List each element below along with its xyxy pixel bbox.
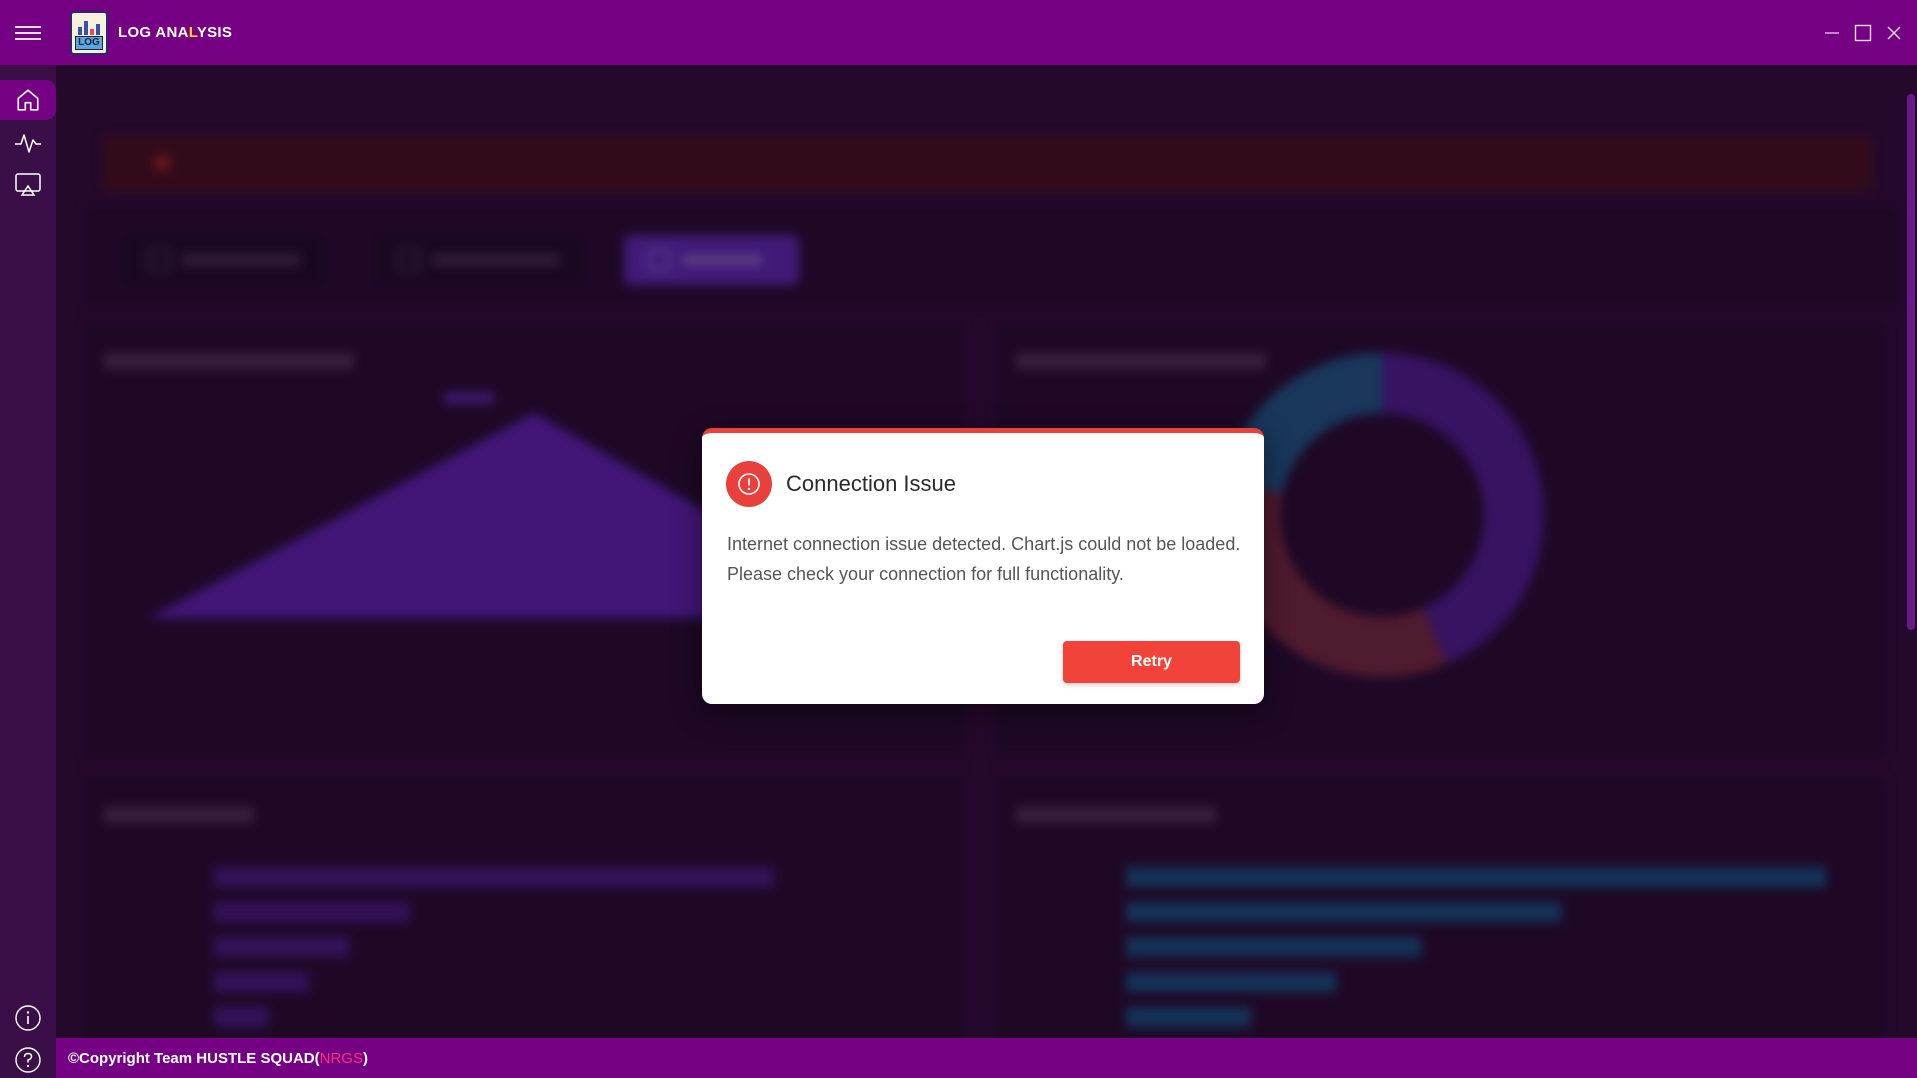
maximize-icon bbox=[1854, 24, 1871, 41]
sidebar-item-cast[interactable] bbox=[0, 165, 56, 205]
alert-circle-icon bbox=[726, 461, 772, 507]
sidebar-item-activity[interactable] bbox=[0, 123, 56, 163]
close-icon bbox=[1887, 26, 1900, 39]
dialog-title: Connection Issue bbox=[786, 471, 956, 496]
info-button[interactable] bbox=[0, 998, 56, 1038]
close-button[interactable] bbox=[1878, 18, 1909, 48]
activity-icon bbox=[15, 134, 41, 153]
sidebar-item-home[interactable] bbox=[0, 80, 56, 120]
team-code: NRGS bbox=[319, 1049, 363, 1067]
window-controls bbox=[1816, 0, 1917, 65]
sidebar bbox=[0, 65, 56, 1078]
maximize-button[interactable] bbox=[1847, 18, 1878, 48]
logo-text: LOG bbox=[75, 35, 103, 50]
retry-button[interactable]: Retry bbox=[1063, 641, 1240, 683]
hamburger-icon bbox=[15, 22, 41, 44]
app-logo: LOG bbox=[70, 10, 108, 55]
scrollbar[interactable] bbox=[1907, 94, 1915, 630]
dialog-message: Internet connection issue detected. Char… bbox=[727, 534, 1241, 584]
hamburger-menu-button[interactable] bbox=[0, 0, 56, 65]
close-paren: ) bbox=[362, 1049, 368, 1067]
copyright-text: ©Copyright Team HUSTLE SQUAD( bbox=[68, 1049, 320, 1067]
footer: ©Copyright Team HUSTLE SQUAD(NRGS) bbox=[56, 1038, 1917, 1078]
info-icon bbox=[15, 1005, 41, 1031]
cast-icon bbox=[15, 173, 41, 196]
app-title: LOG ANALYSIS bbox=[118, 24, 233, 41]
connection-issue-dialog: Connection Issue Internet connection iss… bbox=[702, 428, 1264, 704]
title-bar: LOG LOG ANALYSIS bbox=[0, 0, 1917, 65]
help-button[interactable] bbox=[0, 1040, 56, 1078]
home-icon bbox=[17, 89, 39, 111]
help-icon bbox=[15, 1047, 41, 1073]
minimize-button[interactable] bbox=[1816, 18, 1847, 48]
minimize-icon bbox=[1824, 31, 1839, 34]
